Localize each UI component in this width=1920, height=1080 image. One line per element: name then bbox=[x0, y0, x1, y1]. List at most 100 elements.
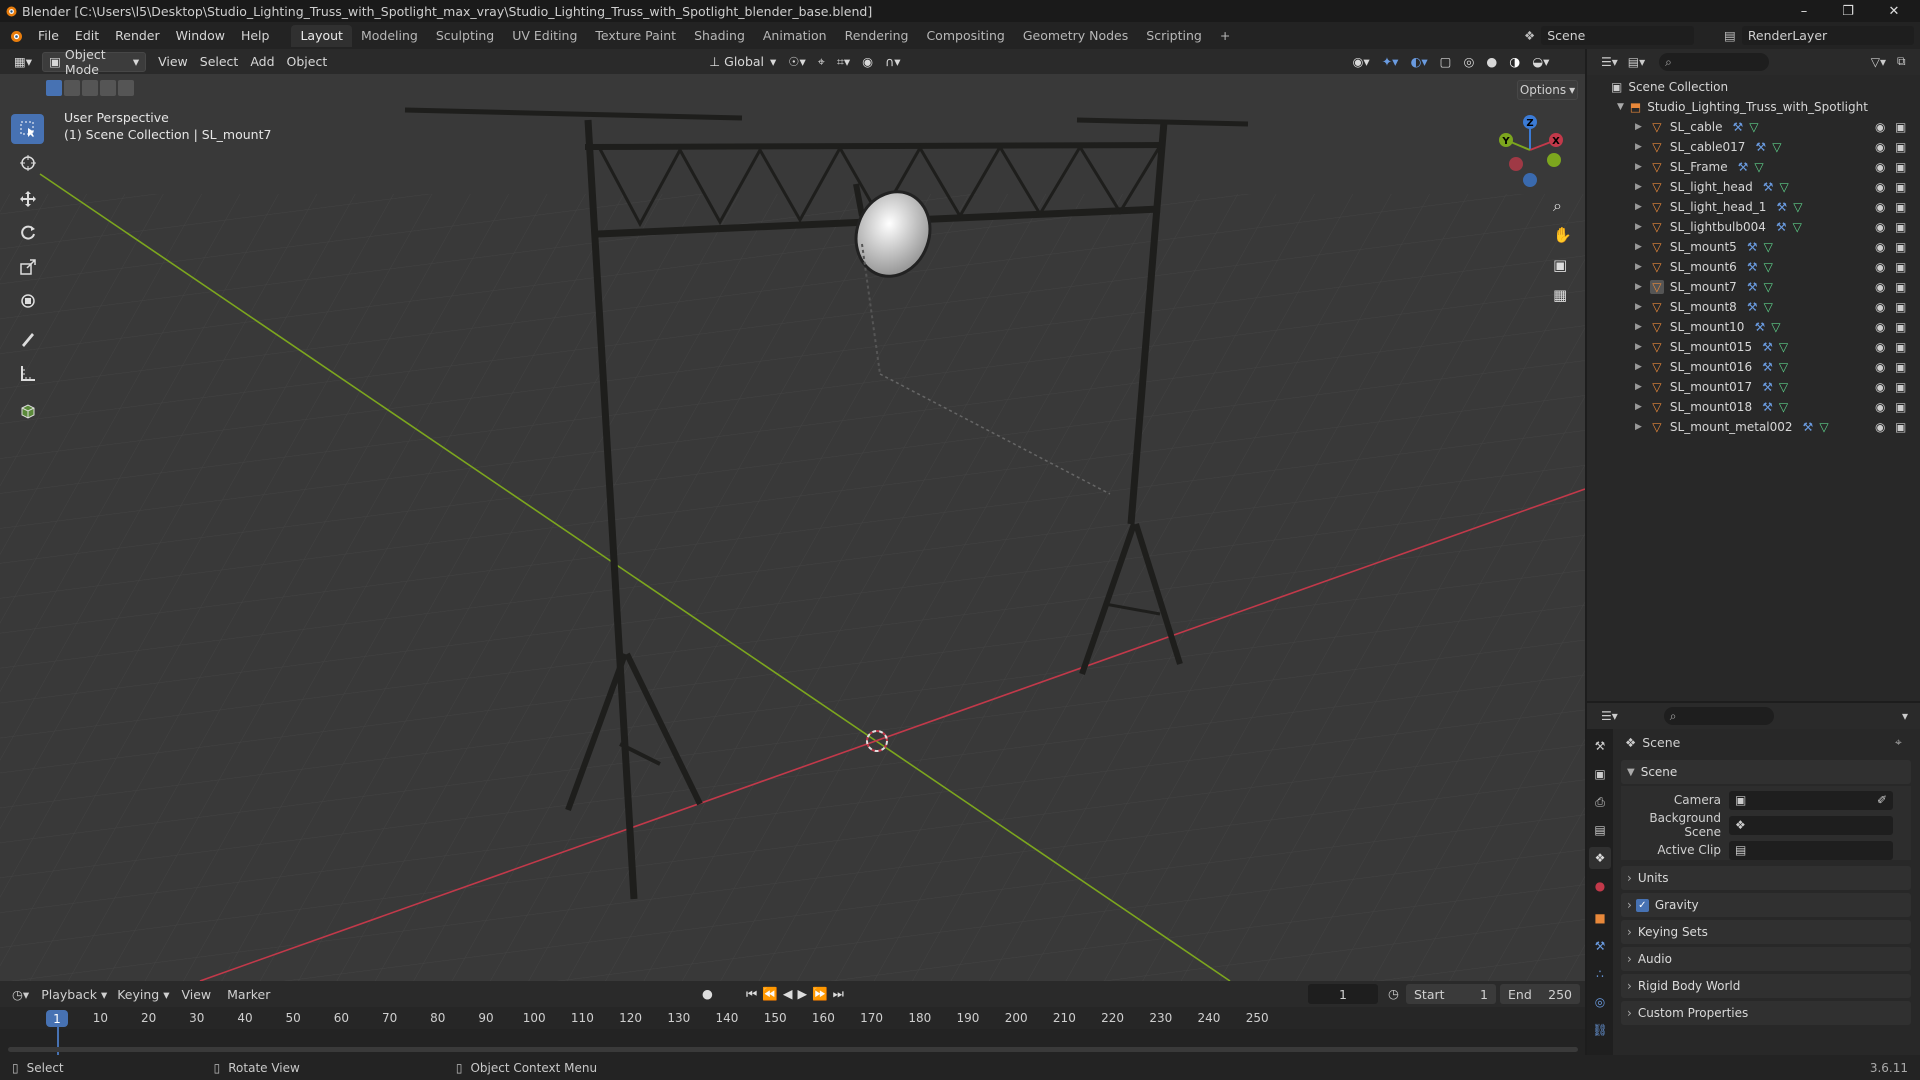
filter-icon[interactable]: ▽▾ bbox=[1871, 55, 1886, 69]
object-tab-icon[interactable]: ■ bbox=[1589, 907, 1611, 929]
expand-arrow-icon[interactable]: ▶ bbox=[1635, 362, 1642, 372]
proportional-edit-icon[interactable]: ◉ bbox=[856, 52, 879, 72]
play-reverse-icon[interactable]: ◀ bbox=[783, 986, 798, 1001]
expand-arrow-icon[interactable]: ▶ bbox=[1635, 262, 1642, 272]
record-button-icon[interactable]: ● bbox=[702, 986, 713, 1001]
cursor-tool-icon[interactable] bbox=[11, 148, 44, 178]
next-keyframe-icon[interactable]: ⏩ bbox=[812, 986, 833, 1001]
outliner-object-row[interactable]: ▶ ▽ SL_mount017 ⚒ ▽ ◉ ▣ bbox=[1587, 377, 1920, 397]
keying-sets-panel-header[interactable]: › Keying Sets bbox=[1621, 920, 1911, 944]
visibility-eye-icon[interactable]: ◉ bbox=[1875, 140, 1885, 154]
visibility-eye-icon[interactable]: ◉ bbox=[1875, 380, 1885, 394]
viewport-scene-canvas[interactable] bbox=[0, 74, 1585, 981]
playback-controls[interactable]: ⏮⏪◀▶⏩⏭ bbox=[746, 986, 849, 1002]
xray-toggle-icon[interactable]: ▢ bbox=[1434, 52, 1458, 72]
pan-hand-icon[interactable]: ✋ bbox=[1553, 226, 1572, 244]
menu-help[interactable]: Help bbox=[233, 22, 278, 49]
constraints-tab-icon[interactable]: ⛓ bbox=[1589, 1019, 1611, 1041]
gravity-checkbox[interactable]: ✓ bbox=[1635, 898, 1649, 912]
measure-tool-icon[interactable] bbox=[11, 358, 44, 388]
expand-arrow-icon[interactable]: ▶ bbox=[1635, 422, 1642, 432]
properties-editor-type-icon[interactable]: ☰▾ bbox=[1601, 709, 1618, 723]
wireframe-shading-icon[interactable]: ◎ bbox=[1457, 52, 1480, 72]
outliner-object-row[interactable]: ▶ ▽ SL_mount016 ⚒ ▽ ◉ ▣ bbox=[1587, 357, 1920, 377]
workspace-tab-layout[interactable]: Layout bbox=[291, 24, 352, 47]
zoom-icon[interactable]: ⌕ bbox=[1553, 196, 1562, 216]
view-layer-tab-icon[interactable]: ▤ bbox=[1589, 819, 1611, 841]
menu-edit[interactable]: Edit bbox=[67, 22, 107, 49]
visibility-eye-icon[interactable]: ◉ bbox=[1875, 200, 1885, 214]
scale-tool-icon[interactable] bbox=[11, 252, 44, 282]
expand-arrow-icon[interactable]: ▶ bbox=[1635, 382, 1642, 392]
expand-arrow-icon[interactable]: ▶ bbox=[1635, 282, 1642, 292]
workspace-tab-compositing[interactable]: Compositing bbox=[917, 25, 1013, 47]
expand-arrow-icon[interactable]: ▶ bbox=[1635, 202, 1642, 212]
visibility-selectability-icon[interactable]: ◉▾ bbox=[1347, 52, 1376, 72]
expand-arrow-icon[interactable]: ▶ bbox=[1635, 402, 1642, 412]
outliner-object-row[interactable]: ▶ ▽ SL_mount8 ⚒ ▽ ◉ ▣ bbox=[1587, 297, 1920, 317]
render-camera-icon[interactable]: ▣ bbox=[1895, 220, 1906, 234]
prev-keyframe-icon[interactable]: ⏪ bbox=[762, 986, 783, 1001]
background-scene-field[interactable]: ❖ bbox=[1729, 815, 1893, 835]
select-box-tool-icon[interactable] bbox=[11, 114, 44, 144]
falloff-icon[interactable]: ∩▾ bbox=[879, 52, 906, 72]
display-mode-icon[interactable]: ▤▾ bbox=[1628, 55, 1645, 69]
maximize-button[interactable]: ❐ bbox=[1826, 0, 1870, 22]
outliner-object-row[interactable]: ▶ ▽ SL_mount_metal002 ⚒ ▽ ◉ ▣ bbox=[1587, 417, 1920, 437]
outliner-scene-collection[interactable]: ▣ Scene Collection bbox=[1587, 77, 1920, 97]
visibility-eye-icon[interactable]: ◉ bbox=[1875, 120, 1885, 134]
workspace-tab-texture-paint[interactable]: Texture Paint bbox=[586, 25, 685, 47]
expand-arrow-icon[interactable]: ▶ bbox=[1635, 122, 1642, 132]
scene-name-field[interactable]: Scene bbox=[1541, 26, 1694, 45]
timeline-scrollbar[interactable] bbox=[8, 1047, 1578, 1052]
scene-panel-header[interactable]: ▼ Scene bbox=[1621, 760, 1911, 784]
physics-tab-icon[interactable]: ◎ bbox=[1589, 991, 1611, 1013]
visibility-eye-icon[interactable]: ◉ bbox=[1875, 340, 1885, 354]
camera-view-icon[interactable]: ▣ bbox=[1553, 256, 1567, 274]
outliner-object-row[interactable]: ▶ ▽ SL_mount018 ⚒ ▽ ◉ ▣ bbox=[1587, 397, 1920, 417]
select-box-mode-icons[interactable] bbox=[46, 80, 142, 96]
expand-arrow-icon[interactable]: ▶ bbox=[1635, 222, 1642, 232]
pin-icon[interactable]: ⌖ bbox=[1895, 735, 1902, 750]
menu-file[interactable]: File bbox=[30, 22, 67, 49]
render-camera-icon[interactable]: ▣ bbox=[1895, 160, 1906, 174]
workspace-tab-modeling[interactable]: Modeling bbox=[352, 25, 427, 47]
visibility-eye-icon[interactable]: ◉ bbox=[1875, 420, 1885, 434]
3d-viewport[interactable]: User Perspective (1) Scene Collection | … bbox=[0, 74, 1585, 981]
render-camera-icon[interactable]: ▣ bbox=[1895, 140, 1906, 154]
outliner-object-row[interactable]: ▶ ▽ SL_light_head ⚒ ▽ ◉ ▣ bbox=[1587, 177, 1920, 197]
pivot-point-icon[interactable]: ☉▾ bbox=[782, 52, 811, 72]
snap-icon[interactable]: ⌖ bbox=[812, 52, 831, 72]
outliner-collection-row[interactable]: ▼ ⬒ Studio_Lighting_Truss_with_Spotlight bbox=[1587, 97, 1920, 117]
current-frame-field[interactable]: 1 bbox=[1308, 984, 1378, 1004]
minimize-button[interactable]: – bbox=[1782, 0, 1826, 22]
visibility-eye-icon[interactable]: ◉ bbox=[1875, 180, 1885, 194]
expand-arrow-icon[interactable]: ▼ bbox=[1617, 102, 1624, 112]
render-camera-icon[interactable]: ▣ bbox=[1895, 240, 1906, 254]
blender-menu-icon[interactable] bbox=[8, 28, 24, 44]
rendered-shading-icon[interactable]: ◒▾ bbox=[1526, 52, 1555, 72]
outliner-object-row[interactable]: ▶ ▽ SL_cable ⚒ ▽ ◉ ▣ bbox=[1587, 117, 1920, 137]
perspective-toggle-icon[interactable]: ▦ bbox=[1553, 286, 1567, 304]
menu-select[interactable]: Select bbox=[194, 52, 245, 72]
rigid-body-world-panel-header[interactable]: › Rigid Body World bbox=[1621, 974, 1911, 998]
render-camera-icon[interactable]: ▣ bbox=[1895, 420, 1906, 434]
outliner-object-row[interactable]: ▶ ▽ SL_light_head_1 ⚒ ▽ ◉ ▣ bbox=[1587, 197, 1920, 217]
timeline-view-menu[interactable]: View bbox=[181, 987, 211, 1002]
workspace-tab-sculpting[interactable]: Sculpting bbox=[427, 25, 503, 47]
render-camera-icon[interactable]: ▣ bbox=[1895, 400, 1906, 414]
annotate-tool-icon[interactable] bbox=[11, 324, 44, 354]
render-camera-icon[interactable]: ▣ bbox=[1895, 320, 1906, 334]
transform-tool-icon[interactable] bbox=[11, 286, 44, 316]
editor-type-icon[interactable]: ▦▾ bbox=[8, 52, 38, 72]
visibility-eye-icon[interactable]: ◉ bbox=[1875, 240, 1885, 254]
view-layer-selector[interactable]: ▤ RenderLayer bbox=[1724, 25, 1914, 46]
menu-object[interactable]: Object bbox=[281, 52, 334, 72]
units-panel-header[interactable]: › Units bbox=[1621, 866, 1911, 890]
object-mode-dropdown[interactable]: ▣ Object Mode ▾ bbox=[42, 47, 147, 77]
snap-target-icon[interactable]: ⌗▾ bbox=[831, 52, 856, 72]
render-camera-icon[interactable]: ▣ bbox=[1895, 300, 1906, 314]
options-dropdown[interactable]: Options ▾ bbox=[1517, 80, 1578, 100]
render-camera-icon[interactable]: ▣ bbox=[1895, 380, 1906, 394]
visibility-eye-icon[interactable]: ◉ bbox=[1875, 220, 1885, 234]
